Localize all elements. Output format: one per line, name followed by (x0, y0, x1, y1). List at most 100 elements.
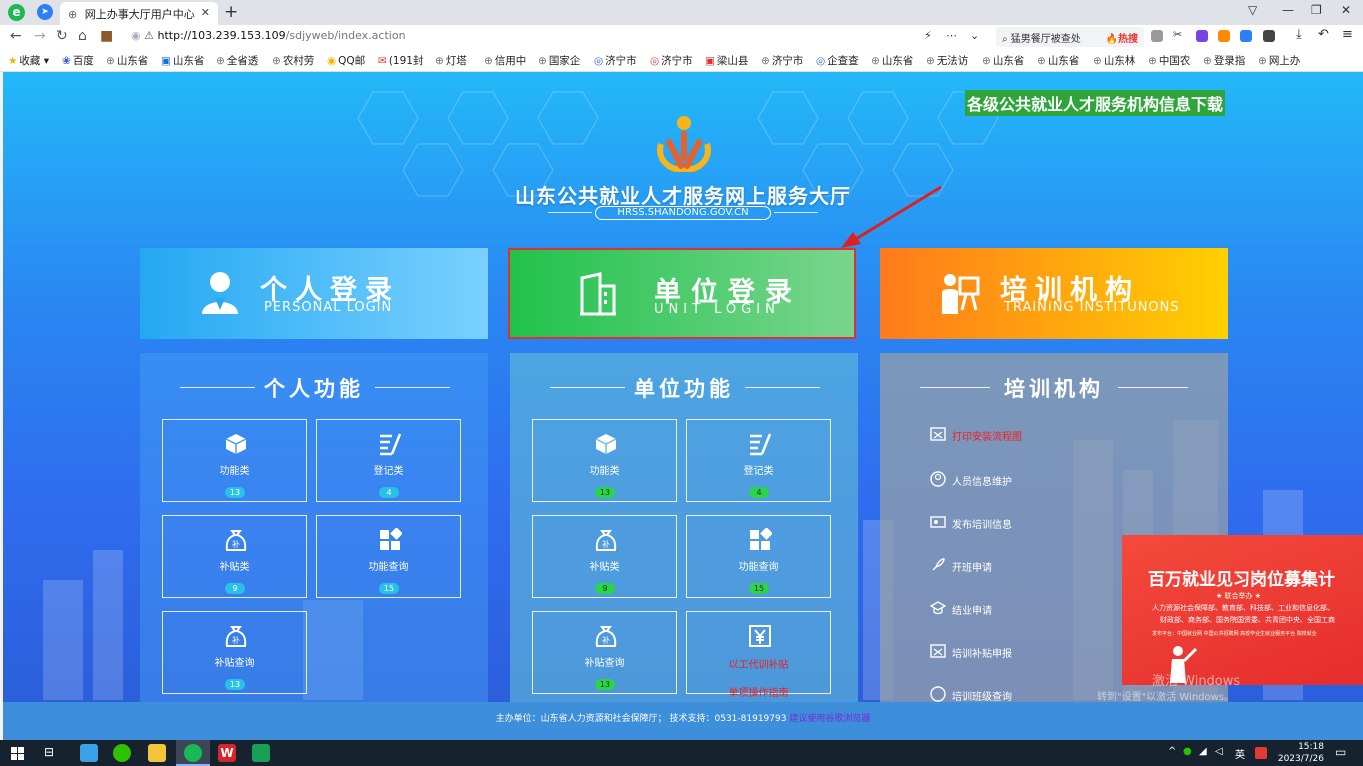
login-card-subtitle: PERSONAL LOGIN (264, 300, 393, 315)
wallet-icon[interactable] (1196, 30, 1208, 42)
bookmark-item[interactable]: ✉ (191封 (378, 53, 423, 68)
bookmark-item[interactable]: ⊕ 无法访 (926, 53, 968, 68)
tab-close-icon[interactable]: ✕ (201, 6, 210, 19)
back-icon[interactable]: ← (10, 28, 22, 44)
address-bar[interactable]: ◉ ⚠ http://103.239.153.109/sdjyweb/index… (125, 27, 990, 47)
bookmark-item[interactable]: ❀ 百度 (62, 53, 94, 68)
personal-tile-register[interactable]: 登记类 4 (316, 419, 461, 502)
institution-download-link[interactable]: 各级公共就业人才服务机构信息下载 (965, 90, 1226, 116)
unit-tile-query[interactable]: 功能查询 15 (686, 515, 831, 598)
task-view-icon[interactable]: ⊟ (44, 745, 54, 759)
globe-icon: ⊕ (68, 8, 78, 21)
unit-tile-subsidy-query[interactable]: 补 补贴查询 13 (532, 611, 677, 694)
new-tab-button[interactable]: + (224, 2, 238, 22)
browser-recommend-link[interactable]: 建议使用谷歌浏览器 (789, 714, 870, 724)
minimize-button[interactable]: — (1282, 3, 1294, 17)
unit-tile-register[interactable]: 登记类 4 (686, 419, 831, 502)
notification-icon[interactable]: ▭ (1335, 745, 1346, 759)
count-badge: 13 (225, 679, 245, 690)
personal-tile-function[interactable]: 功能类 13 (162, 419, 307, 502)
tile-guide-link[interactable]: 单项操作指南 (687, 684, 830, 699)
apps-grid-icon[interactable] (1263, 30, 1275, 42)
personal-login-button[interactable]: 个人登录 PERSONAL LOGIN (140, 248, 488, 339)
windows-start-icon[interactable] (11, 747, 24, 760)
qichacha-icon: ◎ (816, 55, 826, 67)
bookmark-item[interactable]: ◎ 济宁市 (594, 53, 637, 68)
bookmark-item[interactable]: ⊕ 信用中 (484, 53, 526, 68)
search-input[interactable]: ⌕ 猛男餐厅被查处 🔥热搜 (996, 27, 1144, 47)
bookmark-item[interactable]: ⊕ 山东省 (982, 53, 1024, 68)
speaker-icon[interactable]: ◁ (1215, 746, 1223, 757)
scissors-icon[interactable]: ✂ (1173, 28, 1185, 41)
download-icon[interactable]: ⤓ (1296, 27, 1302, 42)
unit-login-button[interactable]: 单位登录 UNIT LOGIN (508, 248, 856, 339)
bookmark-item[interactable]: ⊕ 登录指 (1203, 53, 1245, 68)
bookmark-item[interactable]: ⊕ 全省透 (216, 53, 258, 68)
personal-tile-query[interactable]: 功能查询 15 (316, 515, 461, 598)
training-item-label: 打印安装流程图 (952, 432, 1022, 443)
training-item-label: 开班申请 (952, 563, 992, 574)
bookmark-item[interactable]: ◉ QQ邮 (327, 53, 365, 68)
chevron-down-icon[interactable]: ⌄ (970, 29, 979, 42)
lightning-icon[interactable]: ⚡ (924, 29, 932, 42)
browser-logo-icon[interactable]: e (8, 4, 25, 21)
bookmark-item[interactable]: ⊕ 山东省 (1037, 53, 1079, 68)
close-window-button[interactable]: ✕ (1341, 3, 1351, 17)
bookmark-item[interactable]: ★ 收藏 ▾ (8, 53, 49, 68)
unit-tile-training-subsidy[interactable]: 以工代训补贴 单项操作指南 (686, 611, 831, 699)
tray-wechat-icon[interactable]: ● (1183, 746, 1192, 757)
tile-label: 补贴查询 (584, 658, 625, 669)
bookmark-item[interactable]: ⊕ 网上办 (1258, 53, 1300, 68)
personal-tile-subsidy-query[interactable]: 补 补贴查询 13 (162, 611, 307, 694)
bookmark-item[interactable]: ⊕ 农村劳 (272, 53, 314, 68)
app-icon[interactable] (252, 744, 270, 762)
file-explorer-icon[interactable] (148, 744, 166, 762)
game-icon[interactable] (1218, 30, 1230, 42)
tray-expand-icon[interactable]: ^ (1168, 746, 1176, 757)
menu-icon[interactable]: ≡ (1342, 27, 1353, 42)
system-clock[interactable]: 15:18 2023/7/26 (1272, 741, 1324, 765)
bookmark-item[interactable]: ⊕ 山东省 (871, 53, 913, 68)
briefcase-icon[interactable]: ■ (100, 28, 113, 44)
unit-tile-function[interactable]: 功能类 13 (532, 419, 677, 502)
bookmark-item[interactable]: ◎ 济宁市 (650, 53, 693, 68)
bookmark-item[interactable]: ◎ 企查查 (816, 53, 859, 68)
bookmark-item[interactable]: ⊕ 山东省 (106, 53, 148, 68)
browser-tab[interactable]: ⊕ 网上办事大厅用户中心 ✕ (60, 2, 218, 25)
wps-icon[interactable]: W (218, 744, 236, 762)
home-icon[interactable]: ⌂ (78, 28, 87, 44)
unit-tile-subsidy[interactable]: 补 补贴类 9 (532, 515, 677, 598)
personal-tile-subsidy[interactable]: 补 补贴类 9 (162, 515, 307, 598)
bookmark-item[interactable]: ⊕ 山东林 (1093, 53, 1135, 68)
network-icon[interactable]: ◢ (1199, 746, 1207, 757)
training-login-button[interactable]: 培训机构 TRAINING INSTITUNONS (880, 248, 1228, 339)
promo-banner[interactable]: 百万就业见习岗位募集计 ★ 联合举办 ★ 人力资源社会保障部、教育部、科技部、工… (1122, 535, 1363, 685)
magnifier-ext-icon[interactable] (1240, 30, 1252, 42)
bookmark-item[interactable]: ▣ 梁山县 (705, 53, 748, 68)
antivirus-icon[interactable] (1255, 747, 1267, 759)
search-circle-icon (930, 686, 946, 702)
undo-icon[interactable]: ↶ (1318, 27, 1329, 42)
wechat-icon[interactable] (113, 744, 131, 762)
browser-taskbar-icon[interactable] (184, 744, 202, 762)
forward-icon[interactable]: → (34, 28, 46, 44)
extension-icon[interactable] (1151, 30, 1163, 42)
bookmark-item[interactable]: ⊕ 灯塔 (435, 53, 467, 68)
ime-indicator[interactable]: 英 (1235, 746, 1245, 761)
windows-watermark: 转到"设置"以激活 Windows。 (1097, 692, 1235, 703)
control-panel-icon[interactable] (80, 744, 98, 762)
restore-button[interactable]: ❐ (1311, 3, 1322, 17)
globe-icon: ⊕ (1258, 55, 1267, 67)
money-bag-icon: 补 (595, 530, 617, 551)
count-badge: 13 (595, 487, 615, 498)
hot-search-label[interactable]: 🔥热搜 (1106, 30, 1138, 45)
address-menu-icon[interactable]: ⋯ (946, 29, 957, 42)
tab-list-icon[interactable]: ▽ (1248, 3, 1257, 17)
bookmark-item[interactable]: ▣ 山东省 (161, 53, 204, 68)
telegram-icon[interactable]: ➤ (37, 4, 53, 20)
bookmark-item[interactable]: ⊕ 中国农 (1148, 53, 1190, 68)
reload-icon[interactable]: ↻ (56, 28, 68, 44)
person-icon (202, 272, 238, 314)
bookmark-item[interactable]: ⊕ 国家企 (538, 53, 580, 68)
bookmark-item[interactable]: ⊕ 济宁市 (761, 53, 803, 68)
